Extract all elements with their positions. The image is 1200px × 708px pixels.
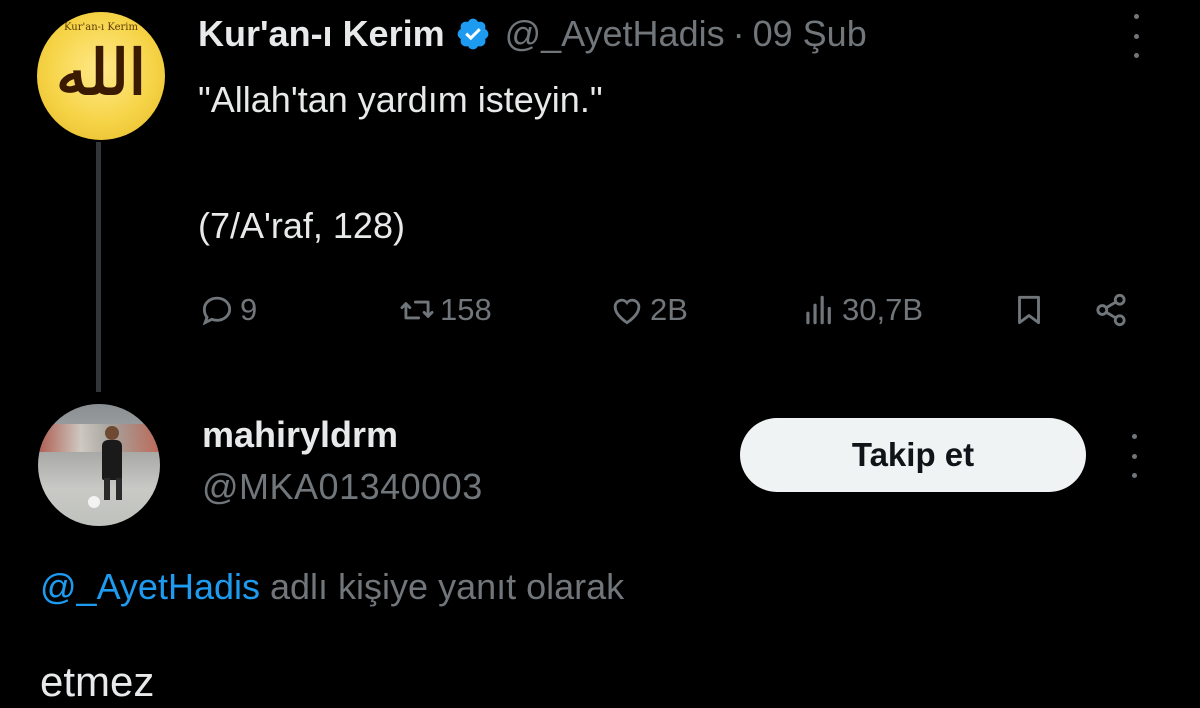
like-count: 2B (650, 292, 688, 327)
like-button[interactable]: 2B (608, 286, 688, 334)
retweet-button[interactable]: 158 (398, 286, 492, 334)
reply-author-display-name[interactable]: mahiryldrm (202, 414, 398, 456)
author-handle[interactable]: @_AyetHadis (505, 13, 725, 55)
share-button[interactable] (1092, 286, 1134, 334)
separator-dot: · (732, 13, 745, 54)
tweet-text: "Allah'tan yardım isteyin." (198, 79, 603, 120)
avatar-ball (88, 496, 100, 508)
views-icon (806, 295, 831, 325)
author-display-name[interactable]: Kur'an-ı Kerim (198, 13, 445, 55)
share-icon (1096, 293, 1126, 327)
bookmark-button[interactable] (1010, 286, 1052, 334)
avatar-caption: Kur'an-ı Kerim (64, 22, 138, 33)
verified-badge-icon (455, 16, 491, 52)
avatar-person-leg (104, 478, 110, 500)
tweet-date[interactable]: 09 Şub (753, 13, 867, 55)
reply-mention-link[interactable]: @_AyetHadis (40, 566, 260, 607)
like-icon (613, 298, 641, 325)
thread-connector-line (96, 142, 101, 392)
reply-author-handle[interactable]: @MKA01340003 (202, 466, 483, 508)
views-button[interactable]: 30,7B (800, 286, 923, 334)
reply-icon (202, 296, 232, 326)
follow-button[interactable]: Takip et (740, 418, 1086, 492)
reply-count: 9 (240, 292, 258, 327)
reply-button[interactable]: 9 (198, 286, 257, 334)
more-options-icon[interactable] (1124, 434, 1144, 478)
bookmark-icon (1018, 295, 1040, 325)
retweet-count: 158 (440, 292, 492, 327)
avatar-person-head (105, 426, 119, 440)
replying-to-context: @_AyetHadis adlı kişiye yanıt olarak (40, 566, 624, 608)
tweet-detail-page: Kur'an-ı Kerim الله Kur'an-ı Kerim @_Aye… (0, 0, 1200, 708)
avatar-person-leg (116, 478, 122, 500)
avatar-kuran-i-kerim[interactable]: Kur'an-ı Kerim الله (37, 12, 165, 140)
allah-calligraphy: الله (56, 36, 146, 109)
replying-to-suffix: adlı kişiye yanıt olarak (260, 566, 625, 607)
reply-text: etmez (40, 658, 155, 705)
view-count: 30,7B (842, 292, 924, 327)
avatar-mahiryldrm[interactable] (38, 404, 160, 526)
tweet-header: Kur'an-ı Kerim @_AyetHadis · 09 Şub (198, 10, 867, 58)
avatar-person-body (102, 440, 122, 480)
avatar-background-shelf (38, 424, 160, 452)
retweet-icon (400, 300, 434, 320)
tweet-verse-reference: (7/A'raf, 128) (198, 205, 405, 246)
more-options-icon[interactable] (1126, 14, 1146, 58)
